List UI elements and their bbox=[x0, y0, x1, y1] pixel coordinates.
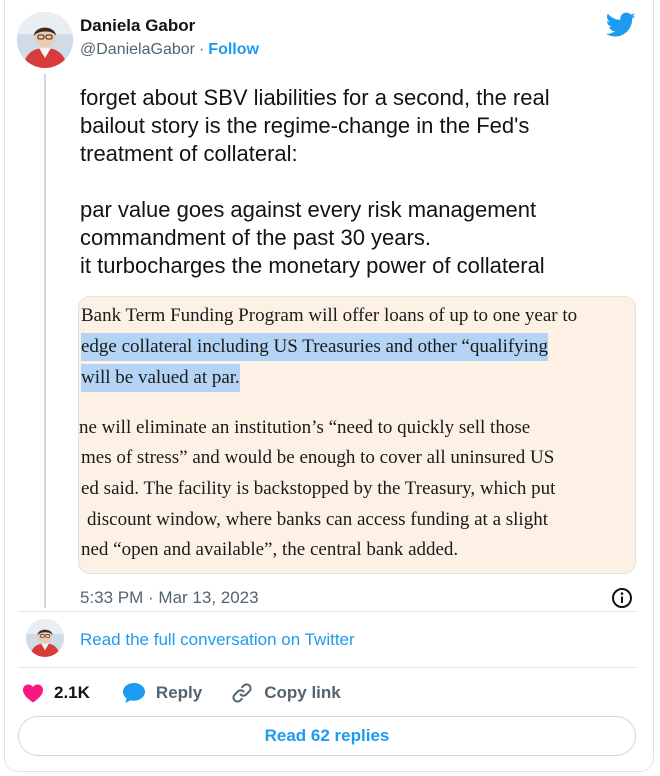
media-highlighted-text: will be valued at par. bbox=[81, 364, 240, 392]
media-text-line: mes of stress” and would be enough to co… bbox=[81, 447, 555, 468]
twitter-bird-icon[interactable] bbox=[606, 12, 636, 38]
author-handle-line: @DanielaGabor · Follow bbox=[80, 41, 259, 59]
tweet-media-image[interactable]: Bank Term Funding Program will offer loa… bbox=[78, 296, 636, 574]
tweet-actions: 2.1K Reply Copy link bbox=[22, 680, 341, 706]
avatar-image bbox=[17, 12, 73, 68]
media-text-line: Bank Term Funding Program will offer loa… bbox=[81, 305, 578, 326]
media-text-line: edge collateral including US Treasuries … bbox=[81, 333, 548, 361]
copy-link-button[interactable]: Copy link bbox=[230, 681, 341, 705]
copy-link-label: Copy link bbox=[264, 683, 341, 702]
read-conversation-link[interactable]: Read the full conversation on Twitter bbox=[80, 630, 355, 650]
media-text-line: discount window, where banks can access … bbox=[87, 509, 548, 530]
tweet-text-line: par value goes against every risk manage… bbox=[80, 197, 537, 222]
reply-button[interactable]: Reply bbox=[122, 682, 202, 704]
info-icon[interactable] bbox=[610, 586, 634, 610]
heart-icon bbox=[23, 684, 43, 703]
follow-link[interactable]: Follow bbox=[208, 41, 259, 58]
speech-bubble-icon bbox=[122, 683, 145, 703]
like-count: 2.1K bbox=[54, 683, 90, 702]
author-name[interactable]: Daniela Gabor bbox=[80, 16, 195, 36]
link-icon bbox=[232, 683, 252, 703]
handle-separator: · bbox=[198, 41, 205, 58]
tweet-text-line: forget about SBV liabilities for a secon… bbox=[80, 85, 550, 110]
divider bbox=[18, 611, 636, 612]
read-replies-button[interactable]: Read 62 replies bbox=[18, 716, 636, 756]
media-text-line: ed said. The facility is backstopped by … bbox=[81, 478, 556, 499]
avatar-image bbox=[26, 619, 64, 657]
tweet-timestamp[interactable]: 5:33 PM · Mar 13, 2023 bbox=[80, 588, 259, 608]
divider bbox=[18, 667, 636, 668]
media-text-line: ne will eliminate an institution’s “need… bbox=[79, 417, 531, 438]
media-text-line: ned “open and available”, the central ba… bbox=[81, 539, 459, 560]
media-text-line: will be valued at par. bbox=[81, 364, 240, 392]
tweet-text-line: bailout story is the regime-change in th… bbox=[80, 113, 530, 138]
thread-line bbox=[44, 74, 46, 608]
author-avatar-small[interactable] bbox=[26, 619, 64, 657]
tweet-text-line: treatment of collateral: bbox=[80, 141, 298, 166]
author-avatar[interactable] bbox=[17, 12, 73, 68]
tweet-text: forget about SBV liabilities for a secon… bbox=[80, 84, 620, 280]
media-highlighted-text: edge collateral including US Treasuries … bbox=[81, 333, 548, 361]
tweet-text-line: it turbocharges the monetary power of co… bbox=[80, 253, 545, 278]
reply-label: Reply bbox=[155, 683, 203, 702]
like-button[interactable]: 2.1K bbox=[22, 683, 90, 703]
tweet-text-line: commandment of the past 30 years. bbox=[80, 225, 431, 250]
author-handle[interactable]: @DanielaGabor bbox=[80, 41, 195, 58]
